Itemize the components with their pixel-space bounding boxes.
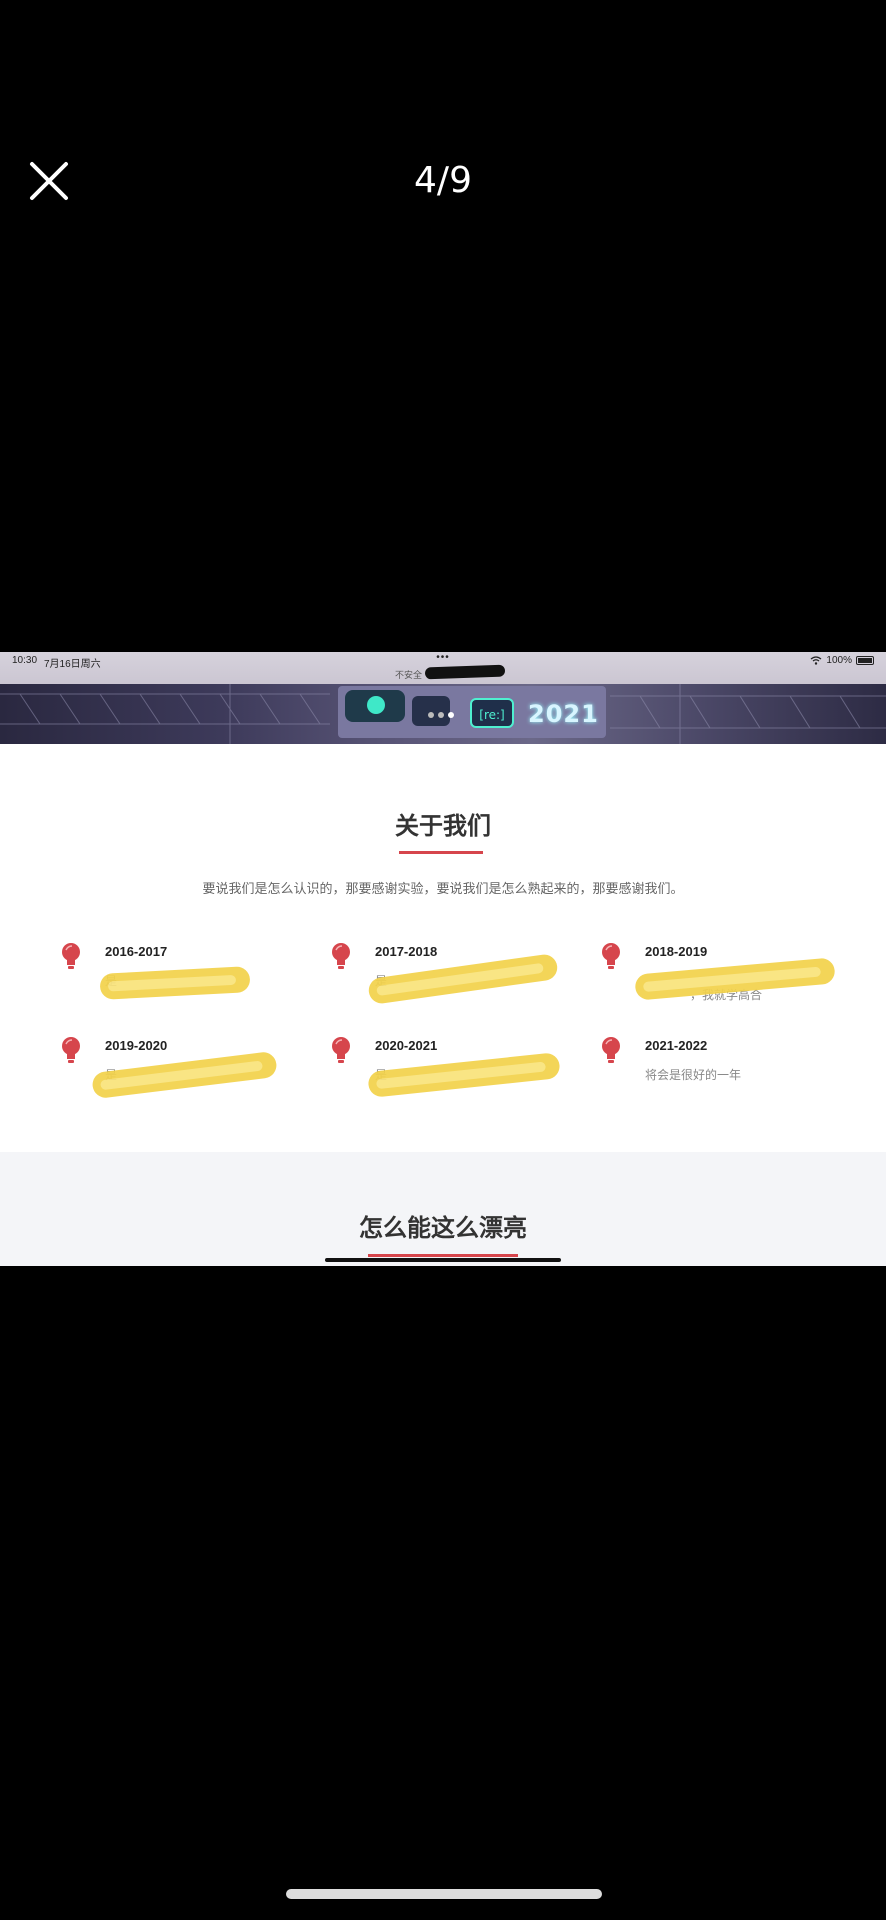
item-year: 2016-2017 [105, 944, 168, 959]
led-graphic [412, 696, 450, 726]
more-dots-icon: ••• [436, 652, 450, 663]
lightbulb-icon [332, 943, 350, 969]
item-desc: 将会是很好的一年 [645, 1068, 742, 1082]
redaction-mark [424, 664, 506, 680]
status-right: 100% [810, 655, 874, 666]
lightbulb-icon [62, 943, 80, 969]
wifi-icon [811, 656, 822, 665]
battery-text: 100% [826, 655, 852, 666]
lightbulb-icon [62, 1037, 80, 1063]
item-year: 2020-2021 [375, 1038, 438, 1053]
item-year: 2017-2018 [375, 944, 438, 959]
battery-icon [856, 656, 874, 665]
url-security-label: 不安全 [395, 670, 423, 680]
about-subtitle: 要说我们是怎么认识的，那要感谢实验，要说我们是怎么熟起来的，那要感谢我们。 [202, 882, 684, 897]
title-underline [368, 1254, 518, 1257]
viewer-header: 4/9 [0, 0, 886, 260]
hero-banner[interactable]: [re:] 2021 [0, 684, 886, 744]
carousel-dot-active[interactable] [448, 712, 454, 718]
led-graphic: [re:] [470, 698, 514, 728]
item-year: 2019-2020 [105, 1038, 168, 1053]
item-year: 2018-2019 [645, 944, 708, 959]
photo-content[interactable]: 10:30 7月16日周六 ••• 不安全 100% [re:] 2021 关于… [0, 652, 886, 1266]
about-title: 关于我们 [395, 812, 491, 840]
lightbulb-icon [602, 1037, 620, 1063]
home-indicator[interactable] [286, 1889, 602, 1899]
carousel-dots[interactable] [428, 712, 454, 718]
carousel-dot[interactable] [438, 712, 444, 718]
title-underline [399, 851, 483, 854]
lightbulb-icon [332, 1037, 350, 1063]
item-year: 2021-2022 [645, 1038, 708, 1053]
next-section-title: 怎么能这么漂亮 [359, 1214, 527, 1242]
led-graphic [345, 690, 405, 722]
carousel-dot[interactable] [428, 712, 434, 718]
lightbulb-icon [602, 943, 620, 969]
image-counter: 4/9 [414, 160, 472, 201]
timeline-item: 2021-2022 将会是很好的一年 [600, 1032, 850, 1112]
tablet-home-indicator [325, 1258, 561, 1262]
led-year-graphic: 2021 [528, 700, 599, 728]
status-bar: 10:30 7月16日周六 ••• 不安全 100% [0, 652, 886, 684]
